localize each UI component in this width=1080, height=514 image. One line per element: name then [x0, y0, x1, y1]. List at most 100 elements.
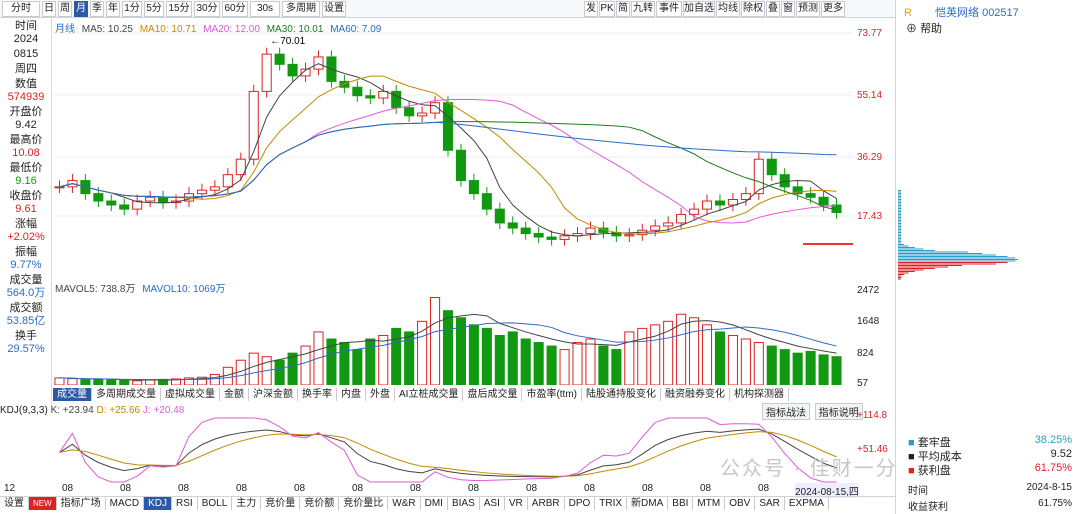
chip-bar: [898, 245, 909, 247]
bottom-tab-10[interactable]: 竞价量比: [339, 497, 389, 510]
info-value-1: 0815: [13, 48, 39, 60]
indicator-tab-1[interactable]: 多周期成交量: [92, 388, 161, 401]
period-button-4[interactable]: 季: [90, 1, 104, 17]
indicator-tab-8[interactable]: AI立桩成交量: [395, 388, 464, 401]
indicator-tab-10[interactable]: 市盈率(ttm): [522, 388, 582, 401]
bottom-tab-21[interactable]: MTM: [693, 497, 726, 510]
chart-area[interactable]: 月线 MA5: 10.25 MA10: 10.71 MA20: 12.00 MA…: [53, 18, 853, 390]
indicator-tab-4[interactable]: 沪深金额: [249, 388, 298, 401]
period-button-1[interactable]: 日: [42, 1, 56, 17]
info-value-4: 9.42: [15, 119, 37, 131]
chip-bar: [898, 194, 901, 196]
bottom-tab-5[interactable]: RSI: [172, 497, 198, 510]
bottom-tab-23[interactable]: SAR: [755, 497, 785, 510]
tool-button-9[interactable]: 窗: [781, 1, 795, 17]
bottom-tab-24[interactable]: EXPMA: [785, 497, 829, 510]
period-button-8[interactable]: 15分: [166, 1, 192, 17]
chip-bar: [898, 208, 901, 209]
indicator-tab-2[interactable]: 虚拟成交量: [161, 388, 220, 401]
bottom-tab-4[interactable]: KDJ: [144, 497, 173, 510]
bottom-tab-20[interactable]: BBI: [668, 497, 694, 510]
indicator-tab-5[interactable]: 换手率: [298, 388, 337, 401]
tool-button-11[interactable]: 更多: [821, 1, 845, 17]
bottom-tab-12[interactable]: DMI: [421, 497, 448, 510]
indicator-tab-12[interactable]: 融资融券变化: [661, 388, 730, 401]
bottom-tab-8[interactable]: 竞价量: [261, 497, 301, 510]
period-button-7[interactable]: 5分: [144, 1, 164, 17]
chip-bar: [898, 268, 935, 269]
period-button-9[interactable]: 30分: [194, 1, 220, 17]
chip-bar: [898, 278, 901, 280]
kdj-legend: KDJ(9,3,3) K: +23.94 D: +25.66 J: +20.48: [0, 405, 184, 417]
tool-button-4[interactable]: 事件: [656, 1, 682, 17]
indicator-tab-6[interactable]: 内盘: [337, 388, 366, 401]
candle-body: [533, 233, 544, 238]
candle-body: [196, 189, 207, 195]
bottom-tab-2[interactable]: 指标广场: [57, 497, 106, 510]
tool-button-5[interactable]: 加自选: [683, 1, 715, 17]
tool-button-6[interactable]: 均线: [716, 1, 740, 17]
indicator-tab-3[interactable]: 金额: [220, 388, 249, 401]
tool-button-0[interactable]: 发: [584, 1, 598, 17]
candle-body: [455, 149, 466, 182]
x-tick-7: 08: [410, 483, 422, 494]
volume-bar: [54, 377, 65, 385]
bottom-tab-17[interactable]: DPO: [565, 497, 596, 510]
volume-bar: [611, 349, 622, 385]
bottom-tab-16[interactable]: ARBR: [528, 497, 565, 510]
tool-button-8[interactable]: 叠: [766, 1, 780, 17]
bottom-tab-22[interactable]: OBV: [725, 497, 756, 510]
period-button-2[interactable]: 周: [58, 1, 72, 17]
indicator-tab-11[interactable]: 陆股通持股变化: [582, 388, 661, 401]
period-button-0[interactable]: 分时: [2, 1, 40, 17]
period-button-5[interactable]: 年: [106, 1, 120, 17]
tool-button-2[interactable]: 简: [616, 1, 630, 17]
tool-button-7[interactable]: 除权: [741, 1, 765, 17]
candle-body: [313, 56, 324, 70]
tool-button-10[interactable]: 预测: [796, 1, 820, 17]
indicator-tab-13[interactable]: 机构探测器: [730, 388, 789, 401]
period-button-10[interactable]: 60分: [222, 1, 248, 17]
candle-body: [54, 186, 65, 189]
trapped-value: 38.25%: [1034, 434, 1072, 446]
bottom-tab-6[interactable]: BOLL: [198, 497, 233, 510]
chip-bar: [898, 218, 901, 220]
chip-bar: [898, 269, 924, 271]
indicator-tab-0[interactable]: 成交量: [53, 388, 92, 401]
bottom-tab-14[interactable]: ASI: [480, 497, 505, 510]
chip-bar: [898, 226, 901, 227]
bottom-tab-11[interactable]: W&R: [388, 497, 421, 510]
bottom-tab-18[interactable]: TRIX: [595, 497, 628, 510]
period-button-13[interactable]: 设置: [322, 1, 346, 17]
bottom-tab-9[interactable]: 竞价额: [300, 497, 340, 510]
bottom-tab-15[interactable]: VR: [505, 497, 528, 510]
period-button-12[interactable]: 多周期: [282, 1, 320, 17]
bottom-tab-7[interactable]: 主力: [232, 497, 262, 510]
volume-bar: [339, 342, 350, 385]
indicator-tab-7[interactable]: 外盘: [366, 388, 395, 401]
help-icon: ⊕: [906, 23, 921, 35]
candle-body: [93, 193, 104, 202]
volume-bar: [494, 334, 505, 385]
help-item[interactable]: ⊕ 帮助: [906, 20, 942, 36]
period-button-6[interactable]: 1分: [122, 1, 142, 17]
period-button-11[interactable]: 30s: [250, 1, 280, 17]
period-button-3[interactable]: 月: [74, 1, 88, 17]
bottom-tab-0[interactable]: 设置: [0, 497, 29, 510]
chip-bar: [898, 232, 901, 233]
tool-button-3[interactable]: 九转: [631, 1, 655, 17]
bottom-tab-1[interactable]: NEW: [29, 497, 57, 510]
tool-button-1[interactable]: PK: [599, 1, 615, 17]
chip-panel: R 恺英网络 002517 ⊕ 帮助 ■ 套牢盘 38.25% ■ 平均成本 9…: [895, 0, 1080, 514]
bottom-tab-3[interactable]: MACD: [106, 497, 145, 510]
bottom-tab-19[interactable]: 新DMA: [627, 497, 669, 510]
price-chart[interactable]: ←70.01: [53, 18, 853, 278]
profit-icon: ■: [908, 465, 915, 477]
candle-body: [274, 53, 285, 65]
vol-tick-2: 824: [857, 348, 874, 359]
info-value-10: 564.0万: [6, 287, 46, 299]
indicator-tab-9[interactable]: 盘后成交量: [463, 388, 523, 401]
bottom-tab-13[interactable]: BIAS: [448, 497, 480, 510]
time-label: 时间: [908, 486, 928, 497]
volume-chart[interactable]: [53, 290, 853, 385]
